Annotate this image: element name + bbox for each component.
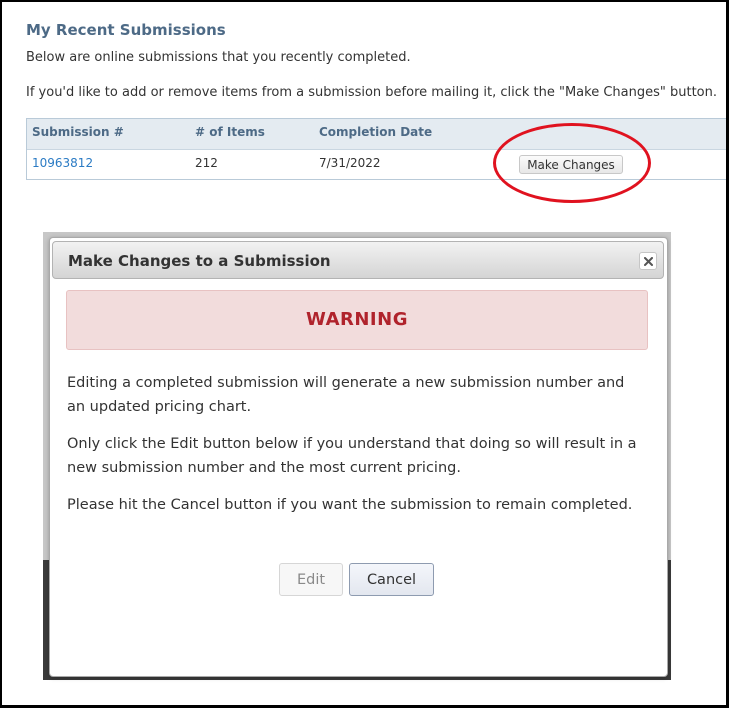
cancel-button[interactable]: Cancel bbox=[349, 563, 434, 596]
close-button[interactable] bbox=[639, 252, 657, 270]
table-row: 10963812 212 7/31/2022 Make Changes bbox=[27, 150, 729, 180]
warning-text: WARNING bbox=[306, 309, 408, 330]
dialog-message-3: Please hit the Cancel button if you want… bbox=[67, 497, 633, 513]
dialog-title: Make Changes to a Submission bbox=[68, 252, 331, 270]
column-header-date[interactable]: Completion Date bbox=[319, 125, 432, 139]
column-header-submission[interactable]: Submission # bbox=[32, 125, 124, 139]
table-header: Submission # # of Items Completion Date bbox=[27, 119, 729, 150]
close-icon bbox=[644, 257, 653, 266]
warning-banner: WARNING bbox=[66, 290, 648, 350]
intro-text: Below are online submissions that you re… bbox=[26, 50, 411, 65]
make-changes-button[interactable]: Make Changes bbox=[519, 155, 623, 174]
submissions-table: Submission # # of Items Completion Date … bbox=[26, 118, 729, 180]
instructions-text: If you'd like to add or remove items fro… bbox=[26, 85, 718, 100]
completion-date: 7/31/2022 bbox=[319, 156, 381, 170]
edit-button[interactable]: Edit bbox=[279, 563, 343, 596]
submission-number-link[interactable]: 10963812 bbox=[32, 156, 93, 170]
item-count: 212 bbox=[195, 156, 218, 170]
make-changes-dialog: Make Changes to a Submission WARNING Edi… bbox=[49, 237, 668, 677]
dialog-header: Make Changes to a Submission bbox=[52, 241, 664, 279]
column-header-items[interactable]: # of Items bbox=[195, 125, 265, 139]
dialog-message-2: Only click the Edit button below if you … bbox=[67, 436, 637, 476]
page-title: My Recent Submissions bbox=[26, 21, 226, 39]
dialog-message-1: Editing a completed submission will gene… bbox=[67, 375, 625, 415]
